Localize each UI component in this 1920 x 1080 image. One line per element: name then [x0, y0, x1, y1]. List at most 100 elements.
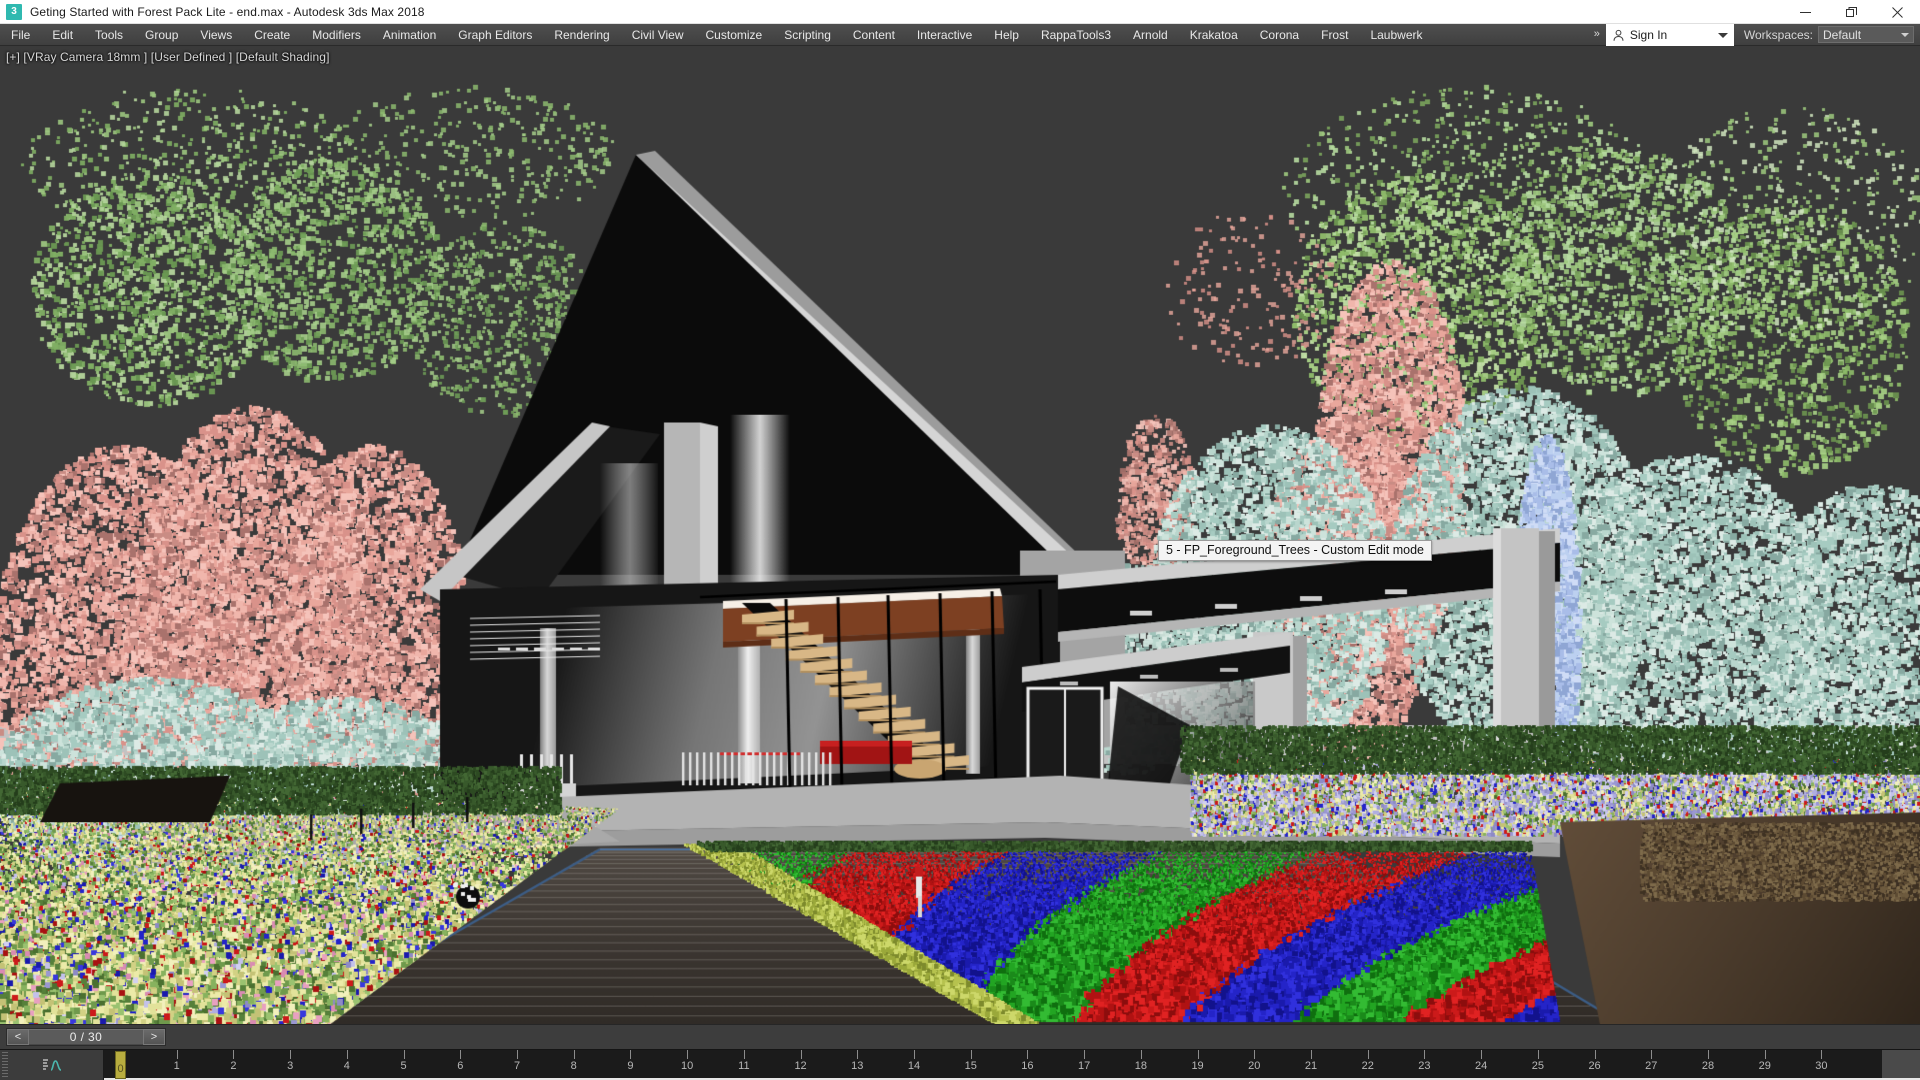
3dsmax-icon: 3 — [6, 3, 22, 20]
timeline-tick: 15 — [965, 1050, 977, 1080]
menu-item-help[interactable]: Help — [983, 24, 1030, 45]
current-frame-field[interactable]: 0 / 30 — [29, 1029, 143, 1045]
close-icon[interactable] — [1874, 0, 1920, 24]
timeline-tick-mark — [290, 1050, 292, 1059]
time-slider-handle[interactable]: < 0 / 30 > — [6, 1028, 166, 1046]
timeline-tick-label: 16 — [1021, 1060, 1034, 1072]
timeline-tick-mark — [460, 1050, 462, 1059]
timeline-tick: 8 — [570, 1050, 577, 1080]
playhead-frame-label: 0 — [117, 1063, 124, 1075]
menu-item-file[interactable]: File — [0, 24, 41, 45]
timeline-tick: 21 — [1305, 1050, 1317, 1080]
timeline-tick-label: 26 — [1588, 1060, 1601, 1072]
restore-icon[interactable] — [1828, 0, 1874, 24]
timeline-tick-mark — [233, 1050, 235, 1059]
sign-in-button[interactable]: Sign In — [1605, 24, 1734, 46]
timeline-tick-mark — [1481, 1050, 1483, 1059]
timeline-tick-label: 12 — [794, 1060, 807, 1072]
timeline-tick-mark — [743, 1050, 745, 1059]
timeline-tick-mark — [800, 1050, 802, 1059]
menu-item-frost[interactable]: Frost — [1310, 24, 1359, 45]
timeline-tick: 17 — [1078, 1050, 1090, 1080]
timeline-tick-mark — [1594, 1050, 1596, 1059]
timeline-tick-label: 24 — [1475, 1060, 1488, 1072]
timeline-tick: 22 — [1362, 1050, 1374, 1080]
menu-item-animation[interactable]: Animation — [372, 24, 447, 45]
timeline-tick-label: 18 — [1134, 1060, 1147, 1072]
menu-item-rappatools3[interactable]: RappaTools3 — [1030, 24, 1122, 45]
prev-frame-button[interactable]: < — [7, 1029, 29, 1045]
workspaces-value: Default — [1823, 27, 1862, 42]
menu-item-scripting[interactable]: Scripting — [773, 24, 842, 45]
timeline-tick-mark — [857, 1050, 859, 1059]
menu-item-edit[interactable]: Edit — [41, 24, 84, 45]
workspaces-group: Workspaces: Default — [1734, 24, 1920, 45]
sign-in-label: Sign In — [1629, 28, 1668, 42]
timeline-tick-label: 8 — [570, 1060, 577, 1072]
timeline-tick: 9 — [627, 1050, 633, 1080]
timeline-tick: 12 — [794, 1050, 807, 1080]
timeline-ruler[interactable]: 1 2 3 4 5 6 7 8 9 10 11 12 13 14 15 16 17 18 19 20 21 22 23 24 2… — [104, 1050, 1920, 1080]
menu-overflow-icon[interactable]: » — [1588, 24, 1606, 45]
menu-item-group[interactable]: Group — [134, 24, 189, 45]
timeline-tick: 26 — [1588, 1050, 1601, 1080]
timeline-tick-label: 1 — [173, 1060, 180, 1072]
timeline-tick-mark — [1197, 1050, 1199, 1059]
menu-item-interactive[interactable]: Interactive — [906, 24, 983, 45]
timeline-tick-mark — [346, 1050, 348, 1059]
timeline-tick-label: 21 — [1304, 1060, 1318, 1072]
menu-item-content[interactable]: Content — [842, 24, 906, 45]
next-frame-button[interactable]: > — [143, 1029, 165, 1045]
timeline-tick-mark — [970, 1050, 972, 1059]
timeline-tick-mark — [517, 1050, 518, 1059]
viewport-3d-scene[interactable] — [0, 46, 1920, 1024]
timeline-tick: 25 — [1532, 1050, 1544, 1080]
timeline-tick-mark — [1254, 1050, 1256, 1059]
time-slider-bar[interactable]: < 0 / 30 > — [0, 1024, 1920, 1049]
chevron-down-icon — [1901, 32, 1909, 37]
timeline-tick-label: 17 — [1078, 1060, 1091, 1072]
workspaces-select[interactable]: Default — [1818, 26, 1914, 43]
timeline-tick-mark — [687, 1050, 689, 1059]
menu-item-views[interactable]: Views — [189, 24, 243, 45]
trackbar-grip[interactable] — [2, 1052, 8, 1078]
timeline-tick: 6 — [457, 1050, 463, 1080]
timeline-tick-label: 4 — [343, 1060, 350, 1072]
timeline-tick: 19 — [1191, 1050, 1204, 1080]
track-bar[interactable]: 1 2 3 4 5 6 7 8 9 10 11 12 13 14 15 16 17 18 19 20 21 22 23 24 2… — [0, 1049, 1920, 1080]
menu-item-laubwerk[interactable]: Laubwerk — [1359, 24, 1433, 45]
menu-item-rendering[interactable]: Rendering — [543, 24, 620, 45]
timeline-tick: 30 — [1815, 1050, 1828, 1080]
menu-item-tools[interactable]: Tools — [84, 24, 134, 45]
timeline-playhead[interactable]: 0 — [115, 1051, 126, 1079]
chevron-down-icon — [1717, 32, 1728, 38]
viewport-label[interactable]: [+] [VRay Camera 18mm ] [User Defined ] … — [6, 50, 330, 64]
timeline-tick: 18 — [1135, 1050, 1147, 1080]
timeline-tick-mark — [630, 1050, 632, 1059]
menu-item-arnold[interactable]: Arnold — [1122, 24, 1179, 45]
menu-item-krakatoa[interactable]: Krakatoa — [1179, 24, 1249, 45]
timeline-tick: 16 — [1021, 1050, 1034, 1080]
menu-item-corona[interactable]: Corona — [1249, 24, 1310, 45]
timeline-tick-label: 30 — [1815, 1060, 1828, 1072]
timeline-tick: 1 — [173, 1050, 180, 1080]
timeline-tick: 20 — [1248, 1050, 1260, 1080]
menu-item-civil-view[interactable]: Civil View — [621, 24, 695, 45]
timeline-tick-mark — [1708, 1050, 1709, 1059]
timeline-tick-label: 25 — [1531, 1060, 1544, 1072]
timeline-tick-mark — [1027, 1050, 1029, 1059]
menu-item-graph-editors[interactable]: Graph Editors — [447, 24, 543, 45]
timeline-tick-mark — [1367, 1050, 1369, 1059]
timeline-tick-label: 13 — [851, 1060, 864, 1072]
minimize-icon[interactable] — [1782, 0, 1828, 24]
curve-editor-toggle[interactable] — [0, 1050, 104, 1080]
menu-item-modifiers[interactable]: Modifiers — [301, 24, 372, 45]
timeline-tick-mark — [176, 1050, 178, 1059]
menu-item-create[interactable]: Create — [243, 24, 301, 45]
timeline-tick: 13 — [851, 1050, 863, 1080]
menu-item-customize[interactable]: Customize — [695, 24, 774, 45]
timeline-tick-label: 28 — [1701, 1060, 1715, 1072]
timeline-tick-label: 2 — [230, 1060, 237, 1072]
viewport[interactable]: [+] [VRay Camera 18mm ] [User Defined ] … — [0, 46, 1920, 1024]
timeline-tick: 7 — [514, 1050, 520, 1080]
